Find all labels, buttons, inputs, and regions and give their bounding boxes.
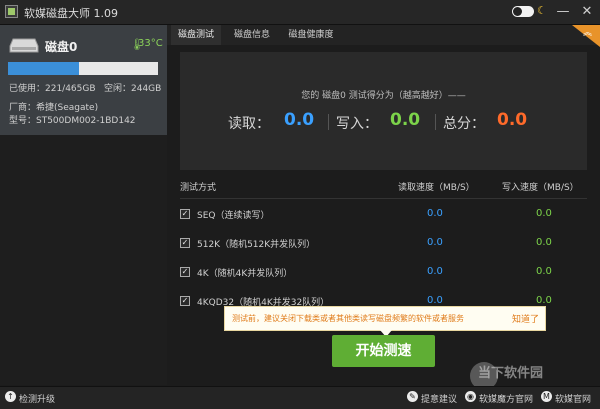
read-speed: 0.0 [427,295,443,306]
check-upgrade-link[interactable]: 检测升级 [19,392,55,405]
test-name: 4K（随机4K并发队列） [197,269,293,279]
read-speed: 0.0 [427,237,443,248]
disk-used: 已使用：221/465GB [9,84,96,94]
total-score-value: 0.0 [497,110,528,130]
total-score-label: 总分： [443,116,485,132]
app-logo-icon [5,5,18,18]
bottom-bar: ↑ 检测升级 ✎ 提意建议 ◉ 软媒魔方官网 M 软媒官网 [0,386,600,409]
disk-vendor: 厂商：希捷(Seagate) [9,103,99,113]
score-separator [435,114,436,130]
hard-disk-icon [9,38,39,53]
title-bar: 软媒磁盘大师 1.09 ☾ — ✕ [0,0,600,25]
moon-icon: ☾ [537,4,547,17]
write-speed: 0.0 [536,266,552,277]
4kqd32-checkbox[interactable]: ✓ [180,296,190,306]
close-button[interactable]: ✕ [578,3,596,21]
ruanmei-icon: M [541,391,552,402]
write-score-value: 0.0 [390,110,421,130]
toggle-knob [513,7,522,16]
tab-bar: 磁盘测试 磁盘信息 磁盘健康度 [167,25,600,45]
tooltip-dismiss-link[interactable]: 知道了 [512,312,539,325]
tab-disk-info[interactable]: 磁盘信息 [227,25,277,45]
test-row-4k: ✓ 4K（随机4K并发队列） 0.0 0.0 [180,264,587,284]
header-method: 测试方式 [180,183,217,193]
test-list-header: 测试方式 读取速度（MB/S） 写入速度（MB/S） [180,180,587,196]
chevron-up-icon: ︽ [583,28,593,38]
disk-usage-fill [8,62,80,75]
4k-checkbox[interactable]: ✓ [180,267,190,277]
disk-name: 磁盘0 [45,40,78,54]
read-score-value: 0.0 [284,110,315,130]
header-read-speed: 读取速度（MB/S） [398,183,475,193]
mofang-site-link[interactable]: 软媒魔方官网 [479,392,533,405]
disk-temperature: 33°C [138,38,163,49]
test-row-seq: ✓ SEQ（连续读写） 0.0 0.0 [180,206,587,226]
mofang-icon: ◉ [465,391,476,402]
write-score-label: 写入： [336,116,378,132]
disk-card[interactable]: 磁盘0 🌡 33°C 已使用：221/465GB 空闲：244GB 厂商：希捷(… [0,25,167,135]
feedback-link[interactable]: 提意建议 [421,392,457,405]
test-row-512k: ✓ 512K（随机512K并发队列） 0.0 0.0 [180,235,587,255]
write-speed: 0.0 [536,237,552,248]
tab-disk-health[interactable]: 磁盘健康度 [281,25,341,45]
watermark-text: 当下软件园 [478,366,544,381]
score-title: 您的 磁盘0 测试得分为（越高越好）—— [301,91,466,101]
list-divider [180,198,587,199]
test-name: 512K（随机512K并发队列） [197,240,316,250]
header-write-speed: 写入速度（MB/S） [502,183,579,193]
disk-sidebar: 磁盘0 🌡 33°C 已使用：221/465GB 空闲：244GB 厂商：希捷(… [0,25,167,385]
window-title: 软媒磁盘大师 1.09 [24,7,118,20]
disk-usage-bar [8,62,158,75]
tab-disk-test[interactable]: 磁盘测试 [171,25,221,45]
test-name: SEQ（连续读写） [197,211,270,221]
start-test-button[interactable]: 开始测速 [332,335,435,367]
disk-model: 型号：ST500DM002-1BD142 [9,116,136,126]
upgrade-icon: ↑ [5,391,16,402]
write-speed: 0.0 [536,208,552,219]
read-speed: 0.0 [427,266,443,277]
disk-free: 空闲：244GB [104,84,162,94]
score-separator [328,114,329,130]
read-speed: 0.0 [427,208,443,219]
app-window: 软媒磁盘大师 1.09 ☾ — ✕ 磁盘0 🌡 33°C 已使用：221/465… [0,0,600,409]
512k-checkbox[interactable]: ✓ [180,238,190,248]
feedback-icon: ✎ [407,391,418,402]
seq-checkbox[interactable]: ✓ [180,209,190,219]
minimize-button[interactable]: — [554,3,572,21]
tooltip-text: 测试前，建议关闭下载类或者其他类读写磁盘频繁的软件或者服务 [232,314,464,323]
read-score-label: 读取： [228,116,270,132]
warning-tooltip: 测试前，建议关闭下载类或者其他类读写磁盘频繁的软件或者服务 知道了 [224,306,546,331]
ruanmei-site-link[interactable]: 软媒官网 [555,392,591,405]
score-panel: 您的 磁盘0 测试得分为（越高越好）—— 读取： 0.0 写入： 0.0 总分：… [180,52,587,170]
theme-toggle[interactable] [512,6,534,17]
write-speed: 0.0 [536,295,552,306]
